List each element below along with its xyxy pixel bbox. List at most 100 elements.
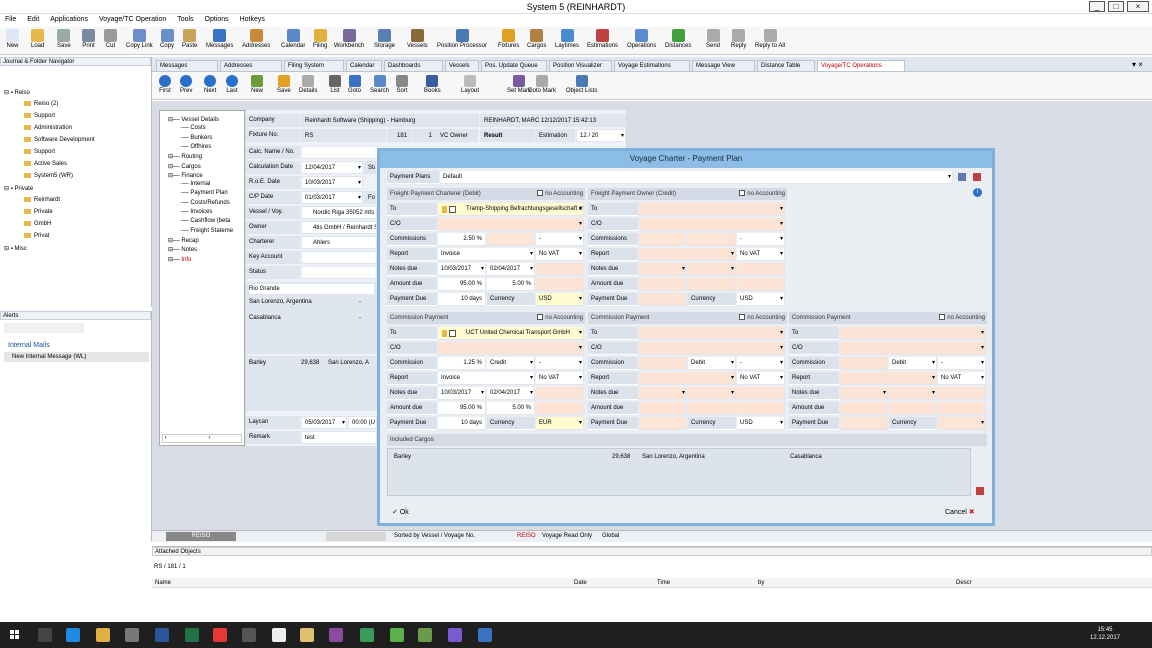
tab-pos-update-queue[interactable]: Pos. Update Queue [481,60,547,71]
ribbon-save-button[interactable]: Save [57,29,71,49]
ribbon-operations-button[interactable]: Operations [627,29,656,49]
nav-item-support[interactable]: Support [24,113,55,119]
c1-commission-select[interactable]: - [536,357,584,370]
tree-item-recap[interactable]: ⊟–– Recap [168,237,199,244]
c3-amount2[interactable] [889,402,937,415]
no-accounting-checkbox[interactable]: no Accounting [537,312,583,324]
fo-amount-extra[interactable] [737,278,785,291]
tab-position-visualizer[interactable]: Position Visualizer [549,60,612,71]
c3-currency-select[interactable] [938,417,986,430]
payment-plans-select[interactable]: Default [440,171,953,184]
toolbar-list-button[interactable]: List [329,75,341,94]
fc-amount2[interactable]: 5.00 % [487,278,535,291]
tree-item-vessel-details[interactable]: ⊟–– Vessel Details [168,116,219,123]
ribbon-storage-button[interactable]: Storage [374,29,395,49]
c2-amount1[interactable] [639,402,687,415]
fc-commission-select[interactable]: - [536,233,584,246]
nav-item-reiso[interactable]: ⊟ ▪ Reiso [4,89,30,96]
fo-payment-days[interactable] [639,293,687,306]
fc-amount1[interactable]: 95.00 % [438,278,486,291]
ribbon-vessels-button[interactable]: Vessels [407,29,428,49]
fc-commission-value[interactable]: 2.50 % [438,233,486,246]
ribbon-copy-button[interactable]: Copy [160,29,174,49]
nav-item-privat[interactable]: Privat [24,233,49,239]
nav-item-reiso-2[interactable]: Reiso (2) [24,101,58,107]
cargo-edit-icon[interactable] [976,487,984,495]
fc-co-value[interactable] [438,218,584,231]
cancel-button[interactable]: Cancel ✖ [945,508,975,516]
port-item[interactable]: Casablanca [249,315,281,321]
cargo-name[interactable]: Barley [249,360,266,366]
app3-icon[interactable] [360,628,374,642]
app2-icon[interactable] [329,628,343,642]
tree-item-cashflow-beta[interactable]: ·–– Cashflow (beta [180,218,230,224]
ribbon-send-button[interactable]: Send [706,29,720,49]
menu-file[interactable]: File [0,14,20,23]
nav-item-administration[interactable]: Administration [24,125,72,131]
toolbar-save-button[interactable]: Save [277,75,291,94]
plan-edit-icon[interactable] [958,173,966,181]
col-by[interactable]: by [758,580,764,586]
fc-notes-extra[interactable] [536,263,584,276]
port-item[interactable]: San Lorenzo, Argentina [249,299,312,305]
tree-item-info[interactable]: ⊟–– Info [168,256,191,263]
menu-edit[interactable]: Edit [22,14,43,23]
c2-co-value[interactable] [639,342,785,355]
calc-date-input[interactable]: 12/04/2017 [301,161,363,174]
tree-item-offhires[interactable]: ·–– Offhires [180,144,211,150]
tab-voyage-estimations[interactable]: Voyage Estimations [614,60,690,71]
c2-amount2[interactable] [688,402,736,415]
toolbar-books-button[interactable]: Books [424,75,441,94]
c1-notes-extra[interactable] [536,387,584,400]
c3-commission-value[interactable] [840,357,888,370]
toolbar-search-button[interactable]: Search [370,75,389,94]
c3-notes-extra[interactable] [938,387,986,400]
nav-item-private[interactable]: Private [24,209,53,215]
c3-amount-extra[interactable] [938,402,986,415]
menu-voyage-operation[interactable]: Voyage/TC Operation [94,14,170,23]
ribbon-messages-button[interactable]: Messages [206,29,233,49]
tree-item-finance[interactable]: ⊟–– Finance [168,172,203,179]
remark-value[interactable]: test [301,431,377,444]
key-account-input[interactable] [301,251,377,264]
tree-item-routing[interactable]: ⊟–– Routing [168,153,202,160]
tree-item-bunkers[interactable]: ·–– Bunkers [180,135,212,141]
c2-currency-select[interactable]: USD [737,417,785,430]
ribbon-new-button[interactable]: New [6,29,19,49]
col-descr[interactable]: Descr [956,580,972,586]
fo-currency-select[interactable]: USD [737,293,785,306]
tree-item-freight-stateme[interactable]: ·–– Freight Stateme [180,228,233,234]
fo-notes-date1[interactable] [639,263,687,276]
tree-scrollbar[interactable]: ‹ › [162,434,242,443]
nav-item-reinhardt[interactable]: Reinhardt [24,197,60,203]
c2-commission-select[interactable]: - [737,357,785,370]
col-name[interactable]: Name [155,580,171,586]
tree-item-costs[interactable]: ·–– Costs [180,125,206,131]
ribbon-reply-button[interactable]: Reply [731,29,746,49]
tree-item-notes[interactable]: ⊟–– Notes [168,246,197,253]
fc-payment-days[interactable]: 10 days [438,293,486,306]
no-accounting-checkbox[interactable]: no Accounting [939,312,985,324]
task-view-icon[interactable] [38,628,52,642]
nav-item-system5-wr[interactable]: System5 (WR) [24,173,73,179]
excel-icon[interactable] [185,628,199,642]
fc-vat-select[interactable]: No VAT [536,248,584,261]
tree-item-payment-plan[interactable]: ·–– Payment Plan [180,190,228,196]
c1-to-value[interactable]: UCT United Chemical Transport GmbH [438,327,584,340]
vessel-value[interactable]: Nordic Riga 35052 mts D [301,206,377,219]
fo-commission-select[interactable]: - [737,233,785,246]
menu-applications[interactable]: Applications [45,14,92,23]
fo-report-select[interactable] [639,248,736,261]
tree-item-costs-refunds[interactable]: ·–– Costs/Refunds [180,200,230,206]
charterer-value[interactable]: Ahlers [301,236,377,249]
ribbon-laytimes-button[interactable]: Laytimes [555,29,579,49]
tab-voyage-tc-operations[interactable]: Voyage/TC Operations [817,60,905,71]
c1-co-value[interactable] [438,342,584,355]
expand-icon[interactable]: ⊟ ▪ [4,90,15,96]
c3-credit-select[interactable]: Debit [889,357,937,370]
c3-to-value[interactable] [840,327,986,340]
fo-vat-select[interactable]: No VAT [737,248,785,261]
c2-to-value[interactable] [639,327,785,340]
fo-credit-select[interactable] [688,233,736,246]
c2-notes-date1[interactable] [639,387,687,400]
